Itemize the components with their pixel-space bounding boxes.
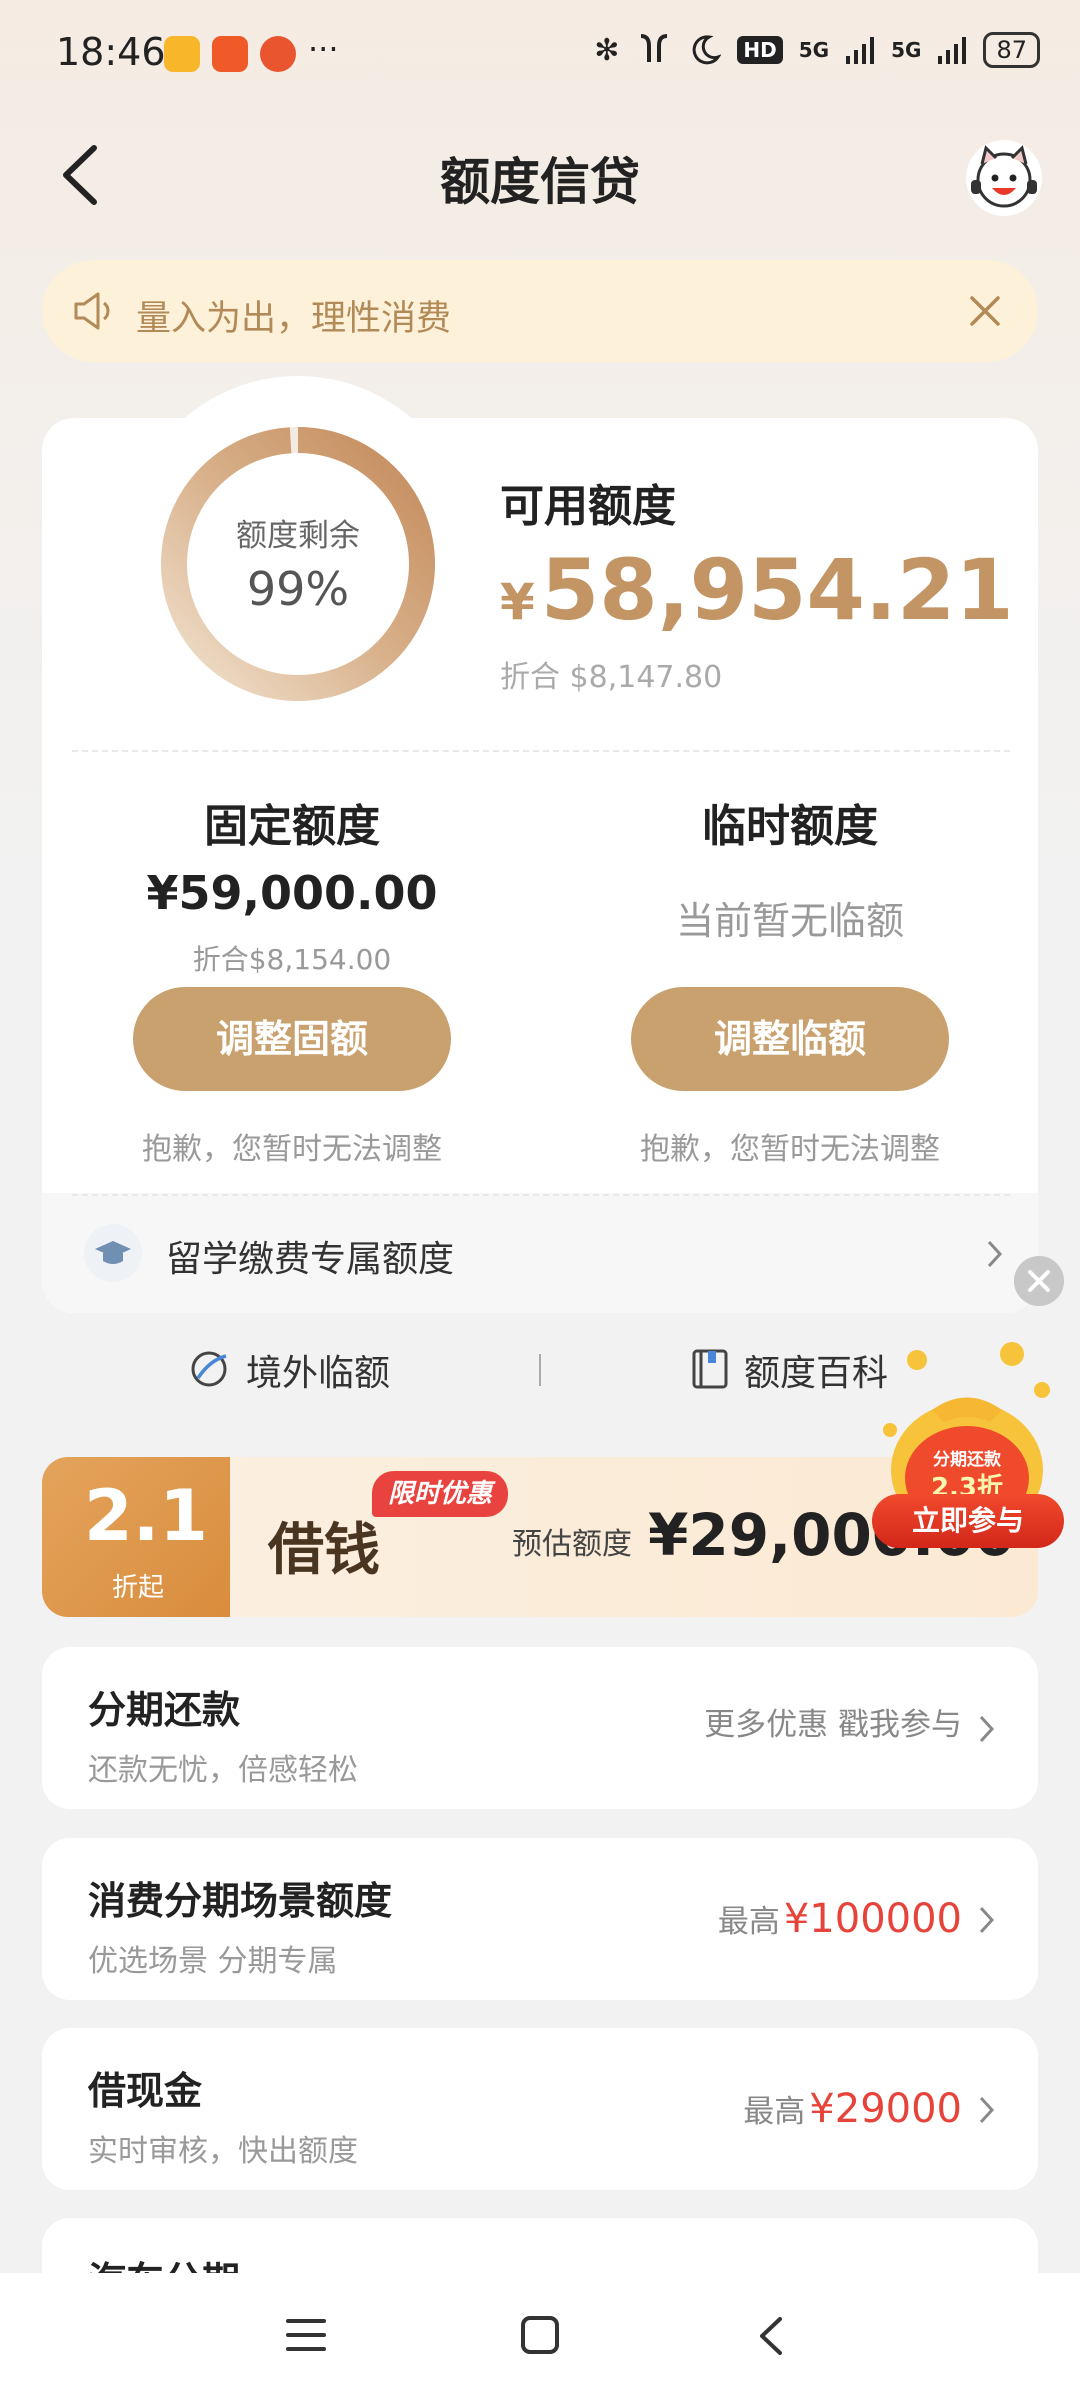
- chevron-right-icon: [987, 1240, 1003, 1268]
- ring-label: 额度剩余: [236, 518, 360, 554]
- max-prefix: 最高: [717, 1904, 780, 1940]
- fixed-adjust-note: 抱歉，您暂时无法调整: [142, 1132, 442, 1167]
- overseas-temp-credit-link[interactable]: 境外临额: [246, 1344, 390, 1396]
- taobao-app-icon: [212, 36, 248, 72]
- ring-value: 99%: [246, 562, 350, 616]
- list-item-max-amount: 最高 ¥100000: [718, 1896, 962, 1942]
- promo-discount-number: 2.1: [84, 1475, 209, 1557]
- book-icon: [692, 1349, 728, 1389]
- fixed-credit-converted: 折合$8,154.00: [192, 943, 392, 976]
- join-now-button[interactable]: 立即参与: [872, 1494, 1064, 1548]
- close-icon[interactable]: [968, 294, 1002, 328]
- list-item-subtitle: 还款无忧，倍感轻松: [88, 1753, 358, 1788]
- signal-5g-icon: 5G: [891, 38, 922, 62]
- promo-discount-block: 2.1 折起: [42, 1457, 230, 1617]
- list-item-cash-loan[interactable]: 借现金 实时审核，快出额度 最高 ¥29000: [42, 2028, 1038, 2190]
- available-converted: 折合 $8,147.80: [500, 660, 723, 695]
- chevron-right-icon: [979, 2096, 995, 2124]
- available-credit-amount: ¥58,954.21: [500, 540, 1014, 652]
- signal-5g-icon: 5G: [798, 38, 830, 62]
- bluetooth-icon: ✻: [594, 32, 620, 68]
- available-amount-value: 58,954.21: [540, 541, 1014, 639]
- chevron-right-icon: [979, 1715, 995, 1743]
- status-bar: 18:46 ··· ✻ HD 5G 5G 87: [0, 0, 1080, 110]
- adjust-fixed-button[interactable]: 调整固额: [133, 987, 451, 1091]
- temporary-credit-title: 临时额度: [702, 801, 878, 852]
- signal-bars-icon: [846, 37, 875, 64]
- speaker-icon: [74, 292, 110, 330]
- study-abroad-label: 留学缴费专属额度: [166, 1239, 455, 1280]
- system-nav-bar: [0, 2273, 1080, 2400]
- divider: [72, 750, 1010, 752]
- limited-offer-tag: 限时优惠: [372, 1471, 509, 1517]
- battery-indicator: 87: [983, 32, 1040, 68]
- list-item-title: 分期还款: [88, 1688, 241, 1732]
- page-title: 额度信贷: [440, 153, 640, 211]
- estimate-label: 预估额度: [512, 1527, 632, 1562]
- chevron-right-icon: [979, 1906, 995, 1934]
- notes-app-icon: [164, 36, 200, 72]
- study-abroad-row[interactable]: 留学缴费专属额度: [42, 1200, 1038, 1308]
- tools-separator: [539, 1354, 541, 1386]
- hd-icon: HD: [737, 36, 783, 64]
- home-icon[interactable]: [520, 2315, 560, 2355]
- promo-discount-suffix: 折起: [112, 1573, 165, 1603]
- overseas-icon: [191, 1351, 227, 1387]
- temporary-adjust-note: 抱歉，您暂时无法调整: [640, 1132, 940, 1167]
- available-credit-title: 可用额度: [500, 481, 676, 532]
- status-time: 18:46: [56, 30, 166, 74]
- list-item-max-amount: 最高 ¥29000: [743, 2086, 962, 2132]
- bag-line-1: 分期还款: [933, 1449, 1002, 1470]
- divider: [72, 1194, 1010, 1196]
- menu-icon[interactable]: [286, 2317, 326, 2353]
- notice-banner: 量入为出，理性消费: [42, 260, 1038, 362]
- assistant-avatar-icon[interactable]: [966, 140, 1042, 216]
- fixed-credit-amount: ¥59,000.00: [146, 866, 438, 920]
- list-item-subtitle: 优选场景 分期专属: [88, 1944, 338, 1979]
- signal-bars-icon: [938, 37, 967, 64]
- temporary-credit-status: 当前暂无临额: [675, 899, 904, 943]
- list-item-promo-text: 更多优惠 戳我参与: [704, 1707, 962, 1743]
- max-value: ¥100000: [783, 1896, 962, 1942]
- more-notifications-icon: ···: [308, 30, 339, 68]
- list-item-installment-repayment[interactable]: 分期还款 还款无忧，倍感轻松 更多优惠 戳我参与: [42, 1647, 1038, 1809]
- app-notification-icon: [260, 36, 296, 72]
- back-nav-icon[interactable]: [756, 2315, 786, 2357]
- adjust-temporary-button[interactable]: 调整临额: [631, 987, 949, 1091]
- fixed-credit-title: 固定额度: [204, 801, 380, 852]
- list-item-consumer-installment[interactable]: 消费分期场景额度 优选场景 分期专属 最高 ¥100000: [42, 1838, 1038, 2000]
- close-icon[interactable]: [1014, 1256, 1064, 1306]
- list-item-subtitle: 实时审核，快出额度: [88, 2134, 358, 2169]
- notice-text: 量入为出，理性消费: [136, 299, 452, 339]
- moon-icon: [693, 35, 722, 65]
- max-value: ¥29000: [809, 2086, 962, 2132]
- list-item-title: 借现金: [88, 2069, 203, 2113]
- max-prefix: 最高: [743, 2094, 806, 2130]
- list-item-title: 消费分期场景额度: [88, 1879, 393, 1923]
- graduation-cap-icon: [84, 1224, 142, 1282]
- promo-main-text: 借钱: [268, 1517, 380, 1583]
- earbuds-icon: [641, 34, 668, 62]
- currency-symbol: ¥: [500, 573, 535, 631]
